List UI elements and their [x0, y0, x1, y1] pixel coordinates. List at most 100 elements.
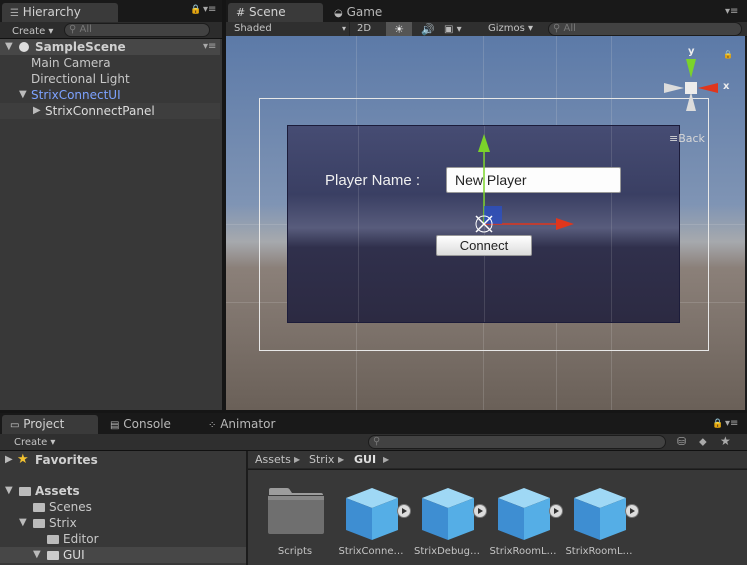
project-tree: ▶ ★ Favorites ▼ Assets Scenes ▼ Strix Ed…: [0, 451, 246, 565]
move-gizmo[interactable]: [466, 130, 576, 240]
lock-icon[interactable]: 🔒: [190, 5, 201, 15]
audio-toggle-button[interactable]: 🔊: [416, 22, 440, 37]
tree-item-label: Strix: [49, 516, 77, 530]
y-arrow-head: [478, 134, 490, 152]
search-icon: ⚲: [373, 436, 381, 447]
tree-item-label: GUI: [63, 548, 85, 562]
expand-arrow-icon[interactable]: ▼: [33, 547, 41, 563]
panel-menu-icon[interactable]: ▾≡: [203, 4, 216, 15]
tree-item-gui[interactable]: ▼ GUI: [0, 547, 246, 563]
gizmo-y-label: y: [688, 46, 695, 57]
expand-arrow-icon[interactable]: ▼: [19, 515, 27, 531]
star-icon: ★: [17, 452, 29, 467]
breadcrumb-item[interactable]: Strix: [309, 451, 334, 469]
menu-lines-icon: ≡: [669, 132, 679, 145]
neg-x-cone: [664, 83, 684, 93]
neg-y-cone: [686, 92, 696, 111]
tab-hierarchy[interactable]: ☰ Hierarchy: [2, 3, 118, 22]
panel-grid-line: [358, 126, 359, 322]
hierarchy-item-label: Directional Light: [31, 72, 130, 86]
breadcrumb-item[interactable]: GUI: [354, 451, 376, 469]
project-create-dropdown[interactable]: Create ▾: [14, 436, 55, 450]
scene-menu-icon[interactable]: ▾≡: [203, 39, 216, 55]
prefab-preview-play-icon[interactable]: [549, 504, 563, 518]
animator-tab-label: Animator: [220, 417, 276, 431]
hierarchy-item-label: Main Camera: [31, 56, 111, 70]
gizmo-lock-icon[interactable]: 🔒: [723, 50, 733, 59]
project-search-input[interactable]: ⚲: [368, 435, 666, 449]
breadcrumb-separator-icon: ▶: [383, 455, 390, 464]
folder-icon: [268, 488, 324, 534]
2d-toggle-button[interactable]: 2D: [357, 22, 385, 36]
console-tab-label: Console: [123, 417, 171, 431]
collapse-arrow-icon[interactable]: ▶: [33, 103, 41, 119]
expand-arrow-icon[interactable]: ▼: [5, 483, 13, 499]
animator-icon: ⁘: [208, 420, 217, 431]
expand-arrow-icon[interactable]: ▼: [19, 87, 27, 103]
search-icon: ⚲: [553, 23, 561, 34]
asset-label: StrixDebug…: [414, 546, 480, 557]
back-label: Back: [678, 132, 705, 145]
favorites-row[interactable]: ▶ ★ Favorites: [0, 452, 246, 468]
folder-icon: [47, 535, 59, 544]
breadcrumb-separator-icon: ▶: [294, 455, 301, 464]
tab-console[interactable]: ▤ Console: [102, 415, 192, 434]
gizmo-x-label: x: [723, 81, 730, 92]
speaker-icon: 🔊: [421, 23, 435, 36]
asset-label: StrixRoomL…: [489, 546, 557, 557]
hierarchy-item[interactable]: Directional Light: [0, 71, 220, 87]
hierarchy-item[interactable]: ▼ StrixConnectUI: [0, 87, 220, 103]
scene-name: SampleScene: [35, 40, 126, 54]
expand-arrow-icon[interactable]: ▼: [5, 39, 13, 55]
asset-label: StrixConne…: [338, 546, 404, 557]
hierarchy-create-dropdown[interactable]: Create ▾: [12, 25, 53, 39]
lock-icon[interactable]: 🔒: [712, 419, 723, 429]
breadcrumb-item[interactable]: Assets: [255, 451, 291, 469]
tab-scene[interactable]: # Scene: [228, 3, 323, 22]
collapse-arrow-icon[interactable]: ▶: [5, 452, 13, 468]
search-by-type-icon[interactable]: ⛁: [677, 435, 686, 448]
tree-item-scenes[interactable]: Scenes: [0, 499, 246, 515]
project-toolbar: Create ▾ ⚲ ⛁ ⬥ ★: [0, 434, 747, 451]
prefab-preview-play-icon[interactable]: [397, 504, 411, 518]
tree-item-label: Editor: [63, 532, 99, 546]
hierarchy-search-input[interactable]: ⚲ All: [64, 23, 210, 37]
folder-icon: [33, 503, 45, 512]
asset-label: Scripts: [277, 546, 313, 557]
favorite-star-icon[interactable]: ★: [720, 434, 731, 448]
tree-item-assets[interactable]: ▼ Assets: [0, 483, 246, 499]
tab-game[interactable]: ◒ Game: [326, 3, 406, 22]
prefab-preview-play-icon[interactable]: [625, 504, 639, 518]
scene-viewport[interactable]: Player Name : New Player Connect ≡Back y…: [226, 36, 745, 410]
scene-row[interactable]: ▼ SampleScene ▾≡: [0, 39, 220, 55]
chevron-down-icon: ▾: [342, 24, 347, 33]
shading-mode-dropdown[interactable]: Shaded ▾: [234, 22, 350, 36]
tab-project[interactable]: ▭ Project: [2, 415, 98, 434]
tree-item-label: Scenes: [49, 500, 92, 514]
search-by-label-icon[interactable]: ⬥: [699, 435, 707, 449]
hierarchy-item-selected[interactable]: ▶ StrixConnectPanel: [0, 103, 220, 119]
tab-animator[interactable]: ⁘ Animator: [200, 415, 300, 434]
prefab-preview-play-icon[interactable]: [473, 504, 487, 518]
lighting-toggle-button[interactable]: ☀: [386, 22, 412, 37]
image-icon: ▣: [444, 24, 454, 35]
hierarchy-body: Create ▾ ⚲ All ▼ SampleScene ▾≡ Main Cam…: [0, 22, 222, 412]
scene-tab-label: Scene: [249, 5, 286, 19]
tree-item-editor[interactable]: Editor: [0, 531, 246, 547]
grid-icon: #: [236, 6, 246, 19]
hierarchy-item[interactable]: Main Camera: [0, 55, 220, 71]
gizmos-dropdown[interactable]: Gizmos ▾: [488, 22, 533, 36]
effects-dropdown[interactable]: ▣ ▾: [444, 22, 476, 37]
folder-icon: ▭: [10, 420, 20, 431]
panel-menu-icon[interactable]: ▾≡: [725, 418, 738, 429]
hierarchy-item-label: StrixConnectPanel: [45, 104, 155, 118]
connect-label: Connect: [459, 238, 509, 253]
x-arrow-head: [556, 218, 574, 230]
panel-grid-line: [611, 126, 612, 322]
sun-icon: ☀: [394, 23, 404, 36]
panel-menu-icon[interactable]: ▾≡: [725, 6, 738, 17]
player-name-label: Player Name :: [325, 172, 421, 189]
scene-search-input[interactable]: ⚲ All: [548, 22, 742, 36]
tree-item-strix[interactable]: ▼ Strix: [0, 515, 246, 531]
folder-icon: [47, 551, 59, 560]
